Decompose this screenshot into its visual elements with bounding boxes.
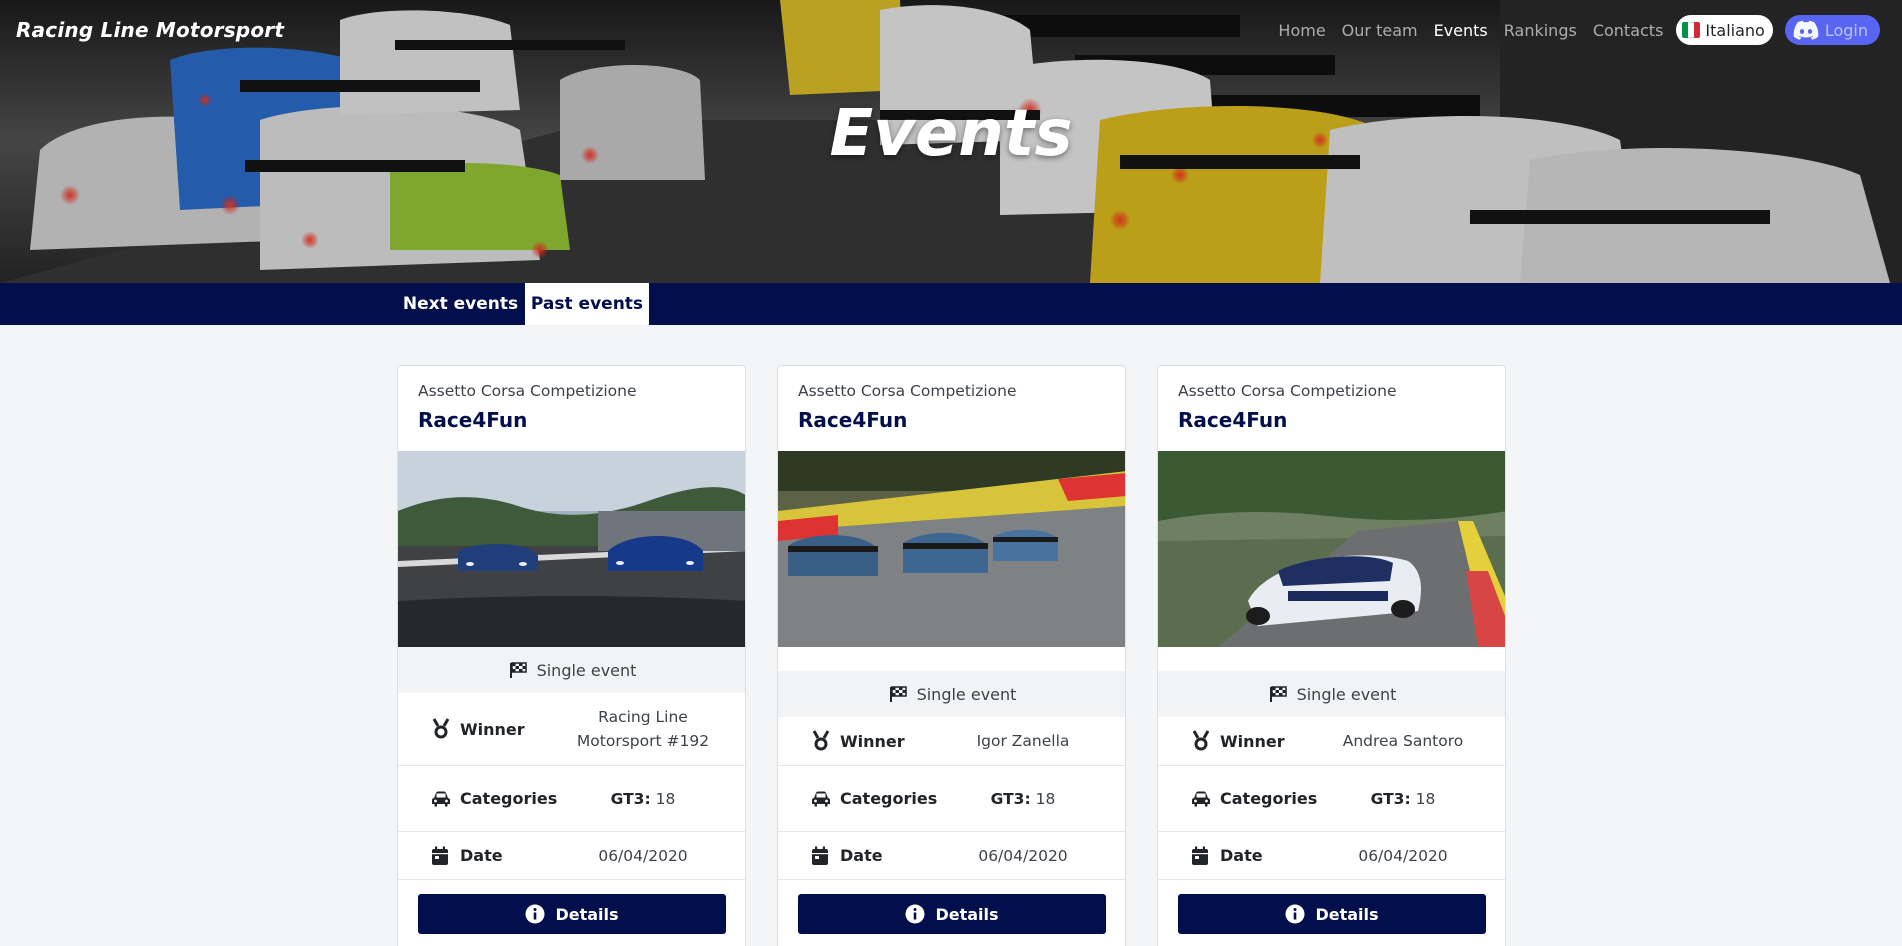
calendar-icon [812,846,828,865]
event-title: Race4Fun [418,408,528,432]
event-type-label: Single event [1296,684,1397,704]
winner-row: Winner Andrea Santoro [1158,717,1505,765]
date-value: 06/04/2020 [1358,846,1448,865]
calendar-icon [432,846,448,865]
events-tab-bar: Next events Past events [0,283,1902,325]
winner-value: Igor Zanella [976,732,1070,750]
date-row: Date 06/04/2020 [398,831,745,879]
car-icon [1192,791,1210,806]
event-title: Race4Fun [798,408,908,432]
info-icon [525,904,545,924]
winner-label: Winner [1220,731,1285,751]
checkered-flag-icon [889,686,907,702]
category-name: GT3: [1370,789,1411,808]
winner-value: Andrea Santoro [1342,732,1464,750]
language-label: Italiano [1705,20,1765,40]
info-icon [1285,904,1305,924]
category-count: 18 [1035,789,1056,808]
winner-row: Winner Racing Line Motorsport #192 [398,693,745,765]
language-button[interactable]: Italiano [1676,15,1773,45]
login-button[interactable]: Login [1784,15,1880,45]
categories-value: GT3: 18 [1328,787,1478,811]
categories-label: Categories [460,789,558,808]
nav-rankings[interactable]: Rankings [1504,21,1577,40]
details-button[interactable]: Details [798,894,1106,934]
nav-contacts[interactable]: Contacts [1593,21,1664,40]
event-type-label: Single event [536,660,637,680]
tab-next-events[interactable]: Next events [396,283,525,325]
details-button[interactable]: Details [418,894,726,934]
event-thumbnail [398,451,745,647]
date-row: Date 06/04/2020 [1158,831,1505,879]
nav-our-team[interactable]: Our team [1342,21,1418,40]
details-label: Details [1315,904,1379,924]
details-label: Details [935,904,999,924]
divider [1158,879,1505,880]
divider [778,879,1125,880]
event-title: Race4Fun [1178,408,1288,432]
categories-value: GT3: 18 [948,787,1098,811]
info-icon [905,904,925,924]
details-button[interactable]: Details [1178,894,1486,934]
category-count: 18 [655,789,676,808]
categories-row: Categories GT3: 18 [1158,765,1505,831]
car-icon [432,791,450,806]
date-row: Date 06/04/2020 [778,831,1125,879]
winner-row: Winner Igor Zanella [778,717,1125,765]
medal-icon [432,718,450,739]
nav-events[interactable]: Events [1434,21,1488,40]
event-card: Assetto Corsa Competizione Race4Fun Sing… [1157,365,1506,946]
category-name: GT3: [610,789,651,808]
winner-label: Winner [460,719,525,739]
details-label: Details [555,904,619,924]
event-type-label: Single event [916,684,1017,704]
event-thumbnail [778,451,1125,647]
categories-value: GT3: 18 [568,787,718,811]
winner-value: Racing Line Motorsport #192 [576,708,710,750]
date-label: Date [840,846,883,865]
event-type: Single event [1158,671,1505,717]
categories-label: Categories [840,789,938,808]
date-label: Date [460,846,503,865]
nav-home[interactable]: Home [1278,21,1325,40]
category-count: 18 [1415,789,1436,808]
event-thumbnail [1158,451,1505,647]
medal-icon [1192,730,1210,751]
categories-label: Categories [1220,789,1318,808]
discord-icon [1793,20,1819,40]
italy-flag-icon [1682,22,1701,38]
categories-row: Categories GT3: 18 [778,765,1125,831]
event-game: Assetto Corsa Competizione [418,382,637,400]
medal-icon [812,730,830,751]
divider [398,879,745,880]
event-game: Assetto Corsa Competizione [1178,382,1397,400]
checkered-flag-icon [1269,686,1287,702]
calendar-icon [1192,846,1208,865]
event-type: Single event [778,671,1125,717]
top-nav: Home Our team Events Rankings Contacts I… [1262,15,1880,45]
date-value: 06/04/2020 [978,846,1068,865]
winner-label: Winner [840,731,905,751]
car-icon [812,791,830,806]
event-type: Single event [398,647,745,693]
login-label: Login [1824,20,1868,40]
page-title: Events [829,97,1073,171]
event-game: Assetto Corsa Competizione [798,382,1017,400]
checkered-flag-icon [509,662,527,678]
brand-logo[interactable]: Racing Line Motorsport [16,18,284,42]
category-name: GT3: [990,789,1031,808]
event-card: Assetto Corsa Competizione Race4Fun Sing… [397,365,746,946]
tab-past-events[interactable]: Past events [525,283,649,325]
date-value: 06/04/2020 [598,846,688,865]
categories-row: Categories GT3: 18 [398,765,745,831]
date-label: Date [1220,846,1263,865]
event-card: Assetto Corsa Competizione Race4Fun Sing… [777,365,1126,946]
